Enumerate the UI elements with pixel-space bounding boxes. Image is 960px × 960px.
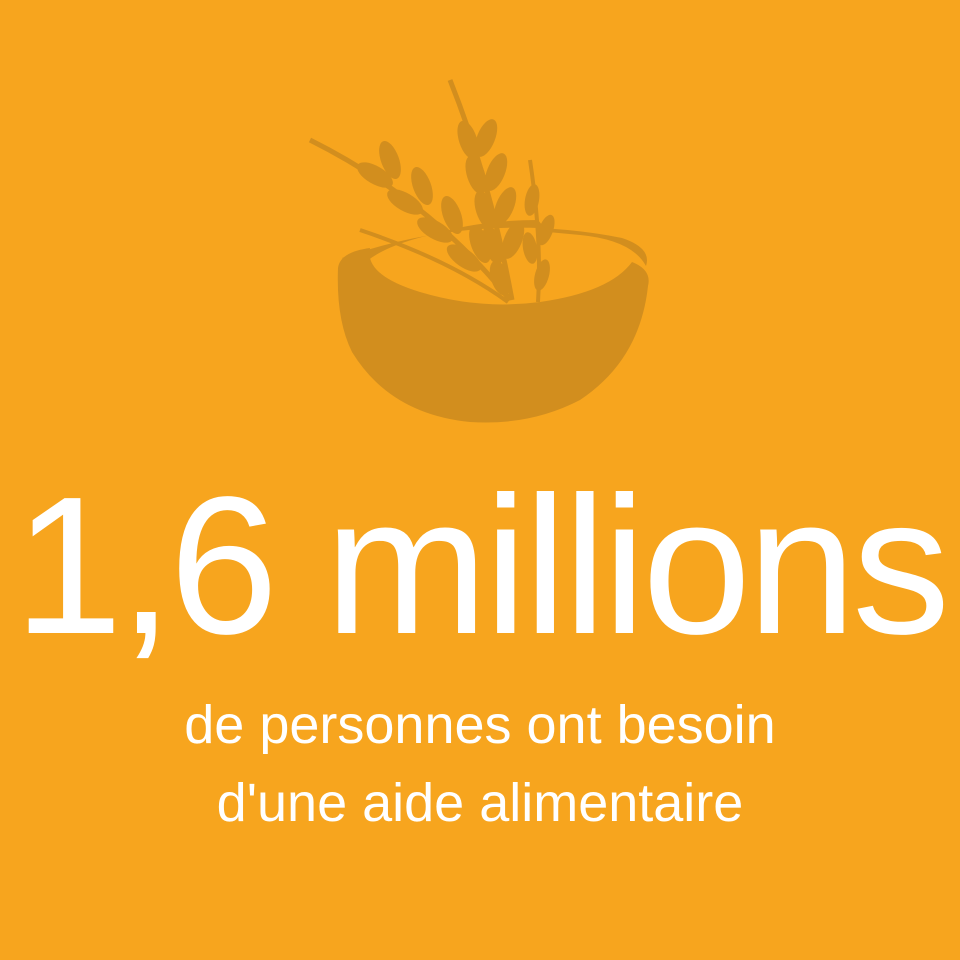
subtitle-line-1: de personnes ont besoin bbox=[184, 695, 776, 755]
headline-number: 1,6 millions bbox=[13, 456, 950, 675]
wheat-bowl-icon bbox=[308, 79, 649, 423]
infographic-card: 1,6 millions de personnes ont besoin d'u… bbox=[0, 0, 960, 960]
subtitle-line-2: d'une aide alimentaire bbox=[216, 773, 744, 833]
